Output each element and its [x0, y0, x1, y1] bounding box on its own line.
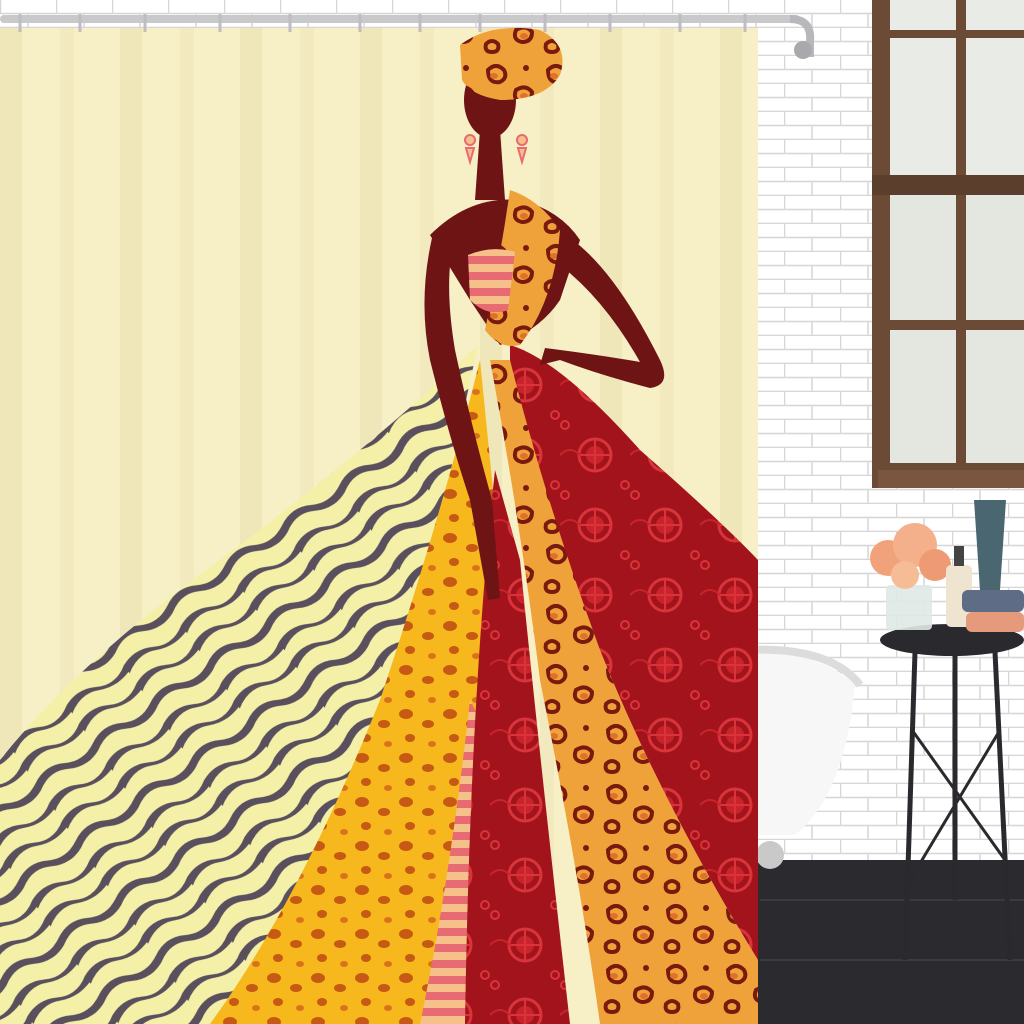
towel-stack [962, 590, 1024, 632]
window [872, 0, 1024, 488]
bodice-stripes [468, 249, 515, 313]
bathroom-scene [0, 0, 1024, 1024]
